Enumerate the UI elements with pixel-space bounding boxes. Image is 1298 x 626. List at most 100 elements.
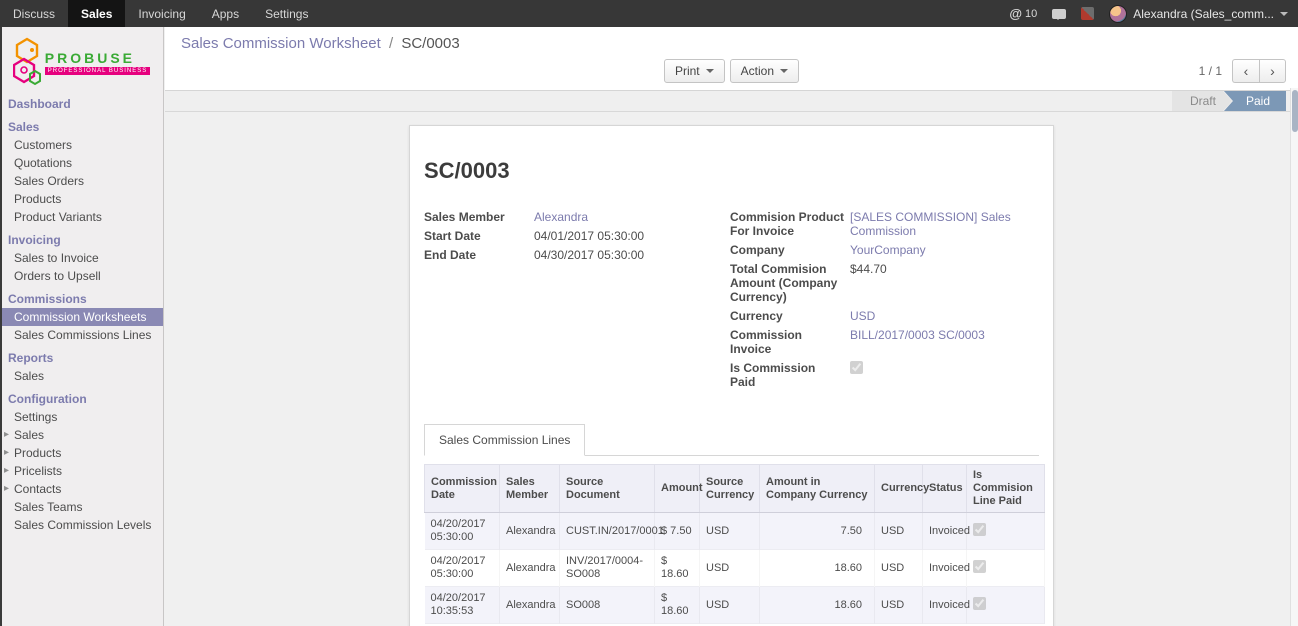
sidebar-heading-dashboard[interactable]: Dashboard [0, 95, 163, 113]
sidebar-item-quotations[interactable]: Quotations [0, 154, 163, 172]
commission-line-row[interactable]: 04/20/2017 05:30:00 Alexandra INV/2017/0… [425, 550, 1045, 587]
notebook: Sales Commission Lines Commission Date S… [424, 424, 1039, 626]
sidebar-item-customers[interactable]: Customers [0, 136, 163, 154]
window-left-edge [0, 27, 2, 626]
systray-misc-icon [1081, 7, 1094, 20]
user-menu[interactable]: Alexandra (Sales_comm... [1109, 5, 1288, 23]
sidebar-item-reports-sales[interactable]: Sales [0, 367, 163, 385]
column-header-sales-member[interactable]: Sales Member [500, 465, 560, 513]
sidebar-item-orders-to-upsell[interactable]: Orders to Upsell [0, 267, 163, 285]
sidebar-item-sales-to-invoice[interactable]: Sales to Invoice [0, 249, 163, 267]
sidebar-item-settings[interactable]: Settings [0, 408, 163, 426]
vertical-scrollbar[interactable] [1290, 88, 1298, 626]
cell-line-paid [967, 513, 1045, 550]
sidebar-item-sales-commission-levels[interactable]: Sales Commission Levels [0, 516, 163, 534]
cell-line-paid [967, 550, 1045, 587]
cell-amount: $ 18.60 [655, 550, 700, 587]
column-header-is-commission-line-paid[interactable]: Is Commision Line Paid [967, 465, 1045, 513]
tab-sales-commission-lines[interactable]: Sales Commission Lines [424, 424, 585, 456]
field-value-commission-product[interactable]: [SALES COMMISSION] Sales Commission [850, 210, 1039, 238]
cell-line-paid [967, 587, 1045, 624]
pager: 1 / 1 ‹ › [1199, 59, 1286, 83]
sidebar-item-config-products[interactable]: Products [0, 444, 163, 462]
messages-button[interactable] [1052, 9, 1066, 19]
commission-line-row[interactable]: 04/20/2017 10:35:53 Alexandra SO008 $ 18… [425, 587, 1045, 624]
status-strip: Draft Paid [165, 91, 1298, 112]
cell-commission-date: 04/20/2017 05:30:00 [425, 550, 500, 587]
cell-sales-member: Alexandra [500, 587, 560, 624]
field-value-total-commission-amount: $44.70 [850, 262, 1039, 276]
breadcrumb-parent-link[interactable]: Sales Commission Worksheet [181, 35, 381, 52]
scrollbar-thumb[interactable] [1292, 90, 1298, 132]
status-step-draft[interactable]: Draft [1172, 91, 1232, 111]
user-name: Alexandra (Sales_comm... [1133, 7, 1274, 21]
status-step-paid[interactable]: Paid [1224, 91, 1286, 111]
caret-down-icon [706, 69, 714, 77]
mentions-button[interactable]: @ 10 [1009, 6, 1037, 21]
field-value-start-date: 04/01/2017 05:30:00 [534, 229, 730, 243]
line-paid-checkbox [973, 523, 986, 536]
field-value-currency[interactable]: USD [850, 309, 1039, 323]
cell-amount: $ 18.60 [655, 587, 700, 624]
action-button[interactable]: Action [730, 59, 799, 83]
line-paid-checkbox [973, 560, 986, 573]
field-value-company[interactable]: YourCompany [850, 243, 1039, 257]
pager-previous-button[interactable]: ‹ [1232, 59, 1259, 83]
sidebar-item-sales-commissions-lines[interactable]: Sales Commissions Lines [0, 326, 163, 344]
sidebar-item-config-sales[interactable]: Sales [0, 426, 163, 444]
pager-next-button[interactable]: › [1259, 59, 1286, 83]
mention-icon: @ [1009, 6, 1022, 21]
caret-down-icon [1280, 12, 1288, 20]
column-header-status[interactable]: Status [923, 465, 967, 513]
sidebar-heading-configuration[interactable]: Configuration [0, 390, 163, 408]
systray-apps-button[interactable] [1081, 7, 1094, 20]
logo-subtitle: PROFESSIONAL BUSINESS [45, 67, 150, 75]
column-header-commission-date[interactable]: Commission Date [425, 465, 500, 513]
sidebar: PROBUSE PROFESSIONAL BUSINESS Dashboard … [0, 27, 164, 626]
field-label-company: Company [730, 243, 850, 257]
cell-source-currency: USD [700, 587, 760, 624]
menu-apps[interactable]: Apps [199, 0, 252, 27]
control-panel: Sales Commission Worksheet / SC/0003 Pri… [165, 27, 1298, 91]
field-label-commission-product: Commision Product For Invoice [730, 210, 850, 238]
sidebar-item-sales-teams[interactable]: Sales Teams [0, 498, 163, 516]
top-navbar: Discuss Sales Invoicing Apps Settings @ … [0, 0, 1298, 27]
field-value-sales-member[interactable]: Alexandra [534, 210, 730, 224]
menu-sales[interactable]: Sales [68, 0, 125, 27]
cell-status: Invoiced [923, 587, 967, 624]
menu-settings[interactable]: Settings [252, 0, 321, 27]
statusbar: Draft Paid [1172, 91, 1286, 111]
sidebar-heading-reports[interactable]: Reports [0, 349, 163, 367]
column-header-source-document[interactable]: Source Document [560, 465, 655, 513]
commission-lines-table: Commission Date Sales Member Source Docu… [424, 464, 1045, 624]
column-header-source-currency[interactable]: Source Currency [700, 465, 760, 513]
field-label-currency: Currency [730, 309, 850, 323]
field-value-commission-invoice[interactable]: BILL/2017/0003 SC/0003 [850, 328, 1039, 342]
sidebar-item-sales-orders[interactable]: Sales Orders [0, 172, 163, 190]
sidebar-item-pricelists[interactable]: Pricelists [0, 462, 163, 480]
field-label-sales-member: Sales Member [424, 210, 534, 224]
cell-source-currency: USD [700, 513, 760, 550]
sidebar-item-commission-worksheets[interactable]: Commission Worksheets [0, 308, 163, 326]
menu-discuss[interactable]: Discuss [0, 0, 68, 27]
sidebar-heading-commissions[interactable]: Commissions [0, 290, 163, 308]
button-row: Print Action 1 / 1 ‹ › [175, 58, 1288, 83]
sidebar-item-contacts[interactable]: Contacts [0, 480, 163, 498]
field-label-start-date: Start Date [424, 229, 534, 243]
field-value-end-date: 04/30/2017 05:30:00 [534, 248, 730, 262]
sidebar-heading-sales[interactable]: Sales [0, 118, 163, 136]
sidebar-nav: Dashboard Sales Customers Quotations Sal… [0, 95, 163, 534]
sidebar-item-products[interactable]: Products [0, 190, 163, 208]
cell-source-document: SO008 [560, 587, 655, 624]
menu-invoicing[interactable]: Invoicing [125, 0, 198, 27]
print-button[interactable]: Print [664, 59, 725, 83]
sidebar-heading-invoicing[interactable]: Invoicing [0, 231, 163, 249]
commission-line-row[interactable]: 04/20/2017 05:30:00 Alexandra CUST.IN/20… [425, 513, 1045, 550]
tab-bar: Sales Commission Lines [424, 424, 1039, 456]
column-header-amount-company-currency[interactable]: Amount in Company Currency [760, 465, 875, 513]
sidebar-item-product-variants[interactable]: Product Variants [0, 208, 163, 226]
cell-source-document: CUST.IN/2017/0001 [560, 513, 655, 550]
column-header-amount[interactable]: Amount [655, 465, 700, 513]
logo-hexagons-icon [13, 37, 41, 87]
column-header-currency[interactable]: Currency [875, 465, 923, 513]
